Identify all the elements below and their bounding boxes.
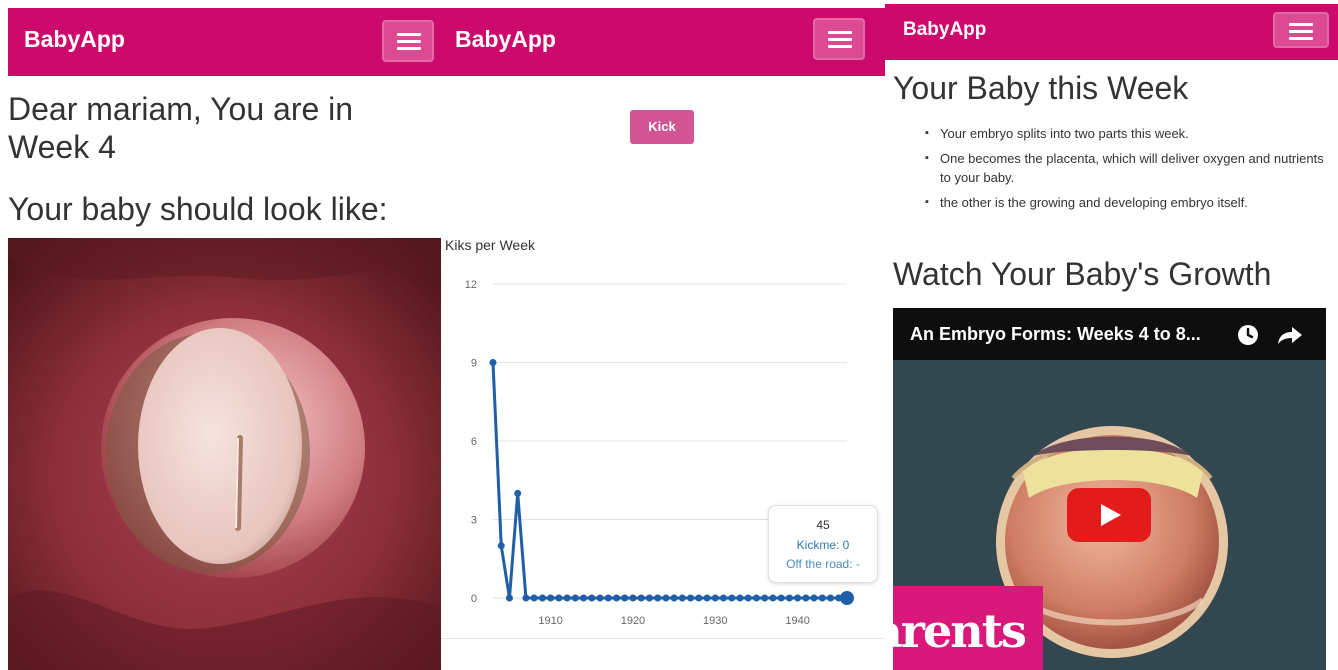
- list-item: Your embryo splits into two parts this w…: [925, 124, 1335, 143]
- data-point[interactable]: [670, 594, 678, 602]
- data-point[interactable]: [769, 594, 777, 602]
- data-point[interactable]: [522, 594, 530, 602]
- embryo-photo: [8, 238, 441, 670]
- hamburger-icon: [828, 45, 852, 48]
- divider: [441, 638, 885, 639]
- data-point[interactable]: [785, 594, 793, 602]
- x-tick-label: 1910: [538, 615, 562, 627]
- data-point[interactable]: [695, 594, 703, 602]
- navbar: BabyApp: [8, 8, 441, 76]
- data-point[interactable]: [547, 594, 555, 602]
- data-point[interactable]: [596, 594, 604, 602]
- week-heading: Your Baby this Week: [893, 70, 1189, 106]
- play-icon: [1101, 504, 1121, 526]
- y-tick-label: 0: [471, 593, 477, 605]
- greeting-heading: Dear mariam, You are in Week 4: [8, 91, 354, 165]
- channel-logo: arents: [893, 586, 1043, 670]
- navbar: BabyApp: [441, 8, 885, 76]
- data-point[interactable]: [761, 594, 769, 602]
- chart-tooltip: 45 Kickme: 0 Off the road: -: [768, 505, 878, 583]
- screen-week-greeting: BabyApp Dear mariam, You are in Week 4 Y…: [0, 0, 441, 670]
- y-tick-label: 9: [471, 358, 477, 370]
- y-tick-label: 3: [471, 515, 477, 527]
- data-point[interactable]: [580, 594, 588, 602]
- clock-icon[interactable]: [1237, 324, 1259, 346]
- data-point[interactable]: [654, 594, 662, 602]
- data-point[interactable]: [563, 594, 571, 602]
- data-point[interactable]: [530, 594, 538, 602]
- data-point[interactable]: [555, 594, 563, 602]
- data-point[interactable]: [604, 594, 612, 602]
- list-item: One becomes the placenta, which will del…: [925, 149, 1335, 187]
- brand-logo[interactable]: BabyApp: [24, 26, 125, 53]
- hamburger-icon: [397, 40, 421, 43]
- data-point[interactable]: [678, 594, 686, 602]
- baby-look-heading: Your baby should look like:: [8, 191, 388, 227]
- data-point[interactable]: [505, 594, 513, 602]
- data-point[interactable]: [538, 594, 546, 602]
- data-point[interactable]: [514, 489, 522, 497]
- data-point[interactable]: [810, 594, 818, 602]
- highlighted-point[interactable]: [840, 591, 854, 605]
- hamburger-icon: [397, 47, 421, 50]
- menu-button[interactable]: [382, 20, 434, 62]
- list-item: the other is the growing and developing …: [925, 193, 1335, 212]
- screen-baby-week: BabyApp Your Baby this Week Your embryo …: [885, 0, 1338, 670]
- screen-kick-counter: BabyApp Kick Kiks per Week 0 3 6 9 12 1910 192…: [441, 0, 885, 670]
- channel-logo-text: arents: [893, 604, 1027, 658]
- hamburger-icon: [1289, 30, 1313, 33]
- data-point[interactable]: [629, 594, 637, 602]
- growth-heading: Watch Your Baby's Growth: [893, 256, 1272, 292]
- x-tick-label: 1920: [621, 615, 645, 627]
- data-point[interactable]: [728, 594, 736, 602]
- data-point[interactable]: [687, 594, 695, 602]
- y-tick-label: 12: [465, 279, 477, 291]
- hamburger-icon: [397, 33, 421, 36]
- hamburger-icon: [828, 38, 852, 41]
- week-facts-list: Your embryo splits into two parts this w…: [925, 124, 1335, 218]
- x-tick-label: 1940: [785, 615, 809, 627]
- hamburger-icon: [828, 31, 852, 34]
- data-point[interactable]: [777, 594, 785, 602]
- data-point[interactable]: [720, 594, 728, 602]
- data-point[interactable]: [703, 594, 711, 602]
- menu-button[interactable]: [1273, 12, 1329, 48]
- menu-button[interactable]: [813, 18, 865, 60]
- data-point[interactable]: [497, 542, 505, 550]
- data-point[interactable]: [818, 594, 826, 602]
- data-point[interactable]: [612, 594, 620, 602]
- data-point[interactable]: [645, 594, 653, 602]
- data-point[interactable]: [744, 594, 752, 602]
- data-point[interactable]: [802, 594, 810, 602]
- data-point[interactable]: [489, 359, 497, 366]
- data-point[interactable]: [794, 594, 802, 602]
- chart-title: Kiks per Week: [445, 237, 535, 253]
- kicks-chart: 0 3 6 9 12 1910 1920 1930 1940: [465, 279, 854, 627]
- hamburger-icon: [1289, 23, 1313, 26]
- kick-button[interactable]: Kick: [630, 110, 694, 144]
- data-point[interactable]: [571, 594, 579, 602]
- data-point[interactable]: [662, 594, 670, 602]
- y-tick-label: 6: [471, 436, 477, 448]
- hamburger-icon: [1289, 37, 1313, 40]
- brand-logo[interactable]: BabyApp: [455, 26, 556, 53]
- video-title-bar: An Embryo Forms: Weeks 4 to 8...: [893, 308, 1326, 360]
- data-point[interactable]: [621, 594, 629, 602]
- play-button[interactable]: [1067, 488, 1151, 542]
- tooltip-title: 45: [816, 518, 830, 532]
- data-point[interactable]: [711, 594, 719, 602]
- video-title[interactable]: An Embryo Forms: Weeks 4 to 8...: [910, 324, 1201, 345]
- tooltip-series-kickme: Kickme: 0: [796, 538, 850, 552]
- data-point[interactable]: [752, 594, 760, 602]
- data-point[interactable]: [637, 594, 645, 602]
- brand-logo[interactable]: BabyApp: [903, 19, 986, 41]
- tooltip-series-off-road: Off the road: -: [786, 557, 860, 571]
- data-point[interactable]: [827, 594, 835, 602]
- navbar: BabyApp: [885, 4, 1338, 60]
- data-point[interactable]: [736, 594, 744, 602]
- data-point[interactable]: [588, 594, 596, 602]
- share-icon[interactable]: [1277, 325, 1303, 345]
- x-tick-label: 1930: [703, 615, 727, 627]
- video-player[interactable]: An Embryo Forms: Weeks 4 to 8... arents: [893, 308, 1326, 670]
